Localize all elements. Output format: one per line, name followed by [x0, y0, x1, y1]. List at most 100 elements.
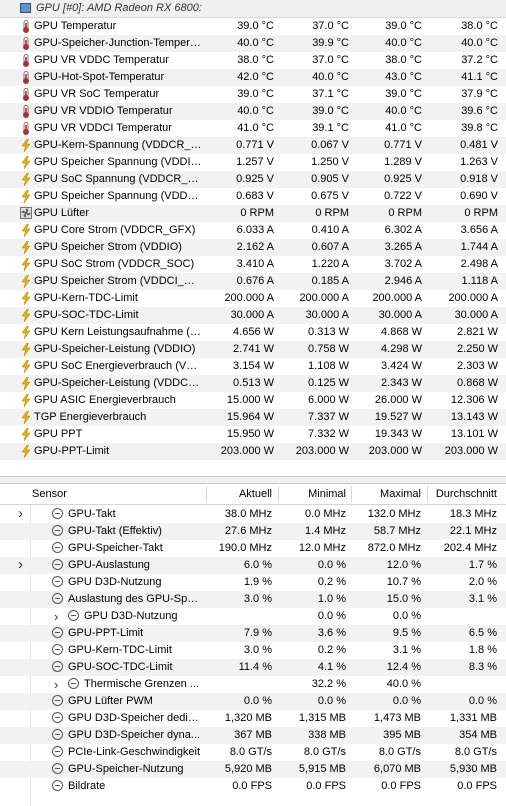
sensor-row[interactable]: GPU SoC Spannung (VDDCR_SOC) 0.925 V 0.905… — [0, 171, 506, 188]
row-expand-arrow-icon[interactable]: › — [18, 506, 23, 521]
sensor-row[interactable]: GPU-Speicher-Junction-Tempera... 40.0 °C 3… — [0, 35, 506, 52]
column-header-current[interactable]: Aktuell — [206, 484, 272, 504]
sensor-row[interactable]: GPU SoC Strom (VDDCR_SOC) 3.410 A 1.220 A 3… — [0, 256, 506, 273]
sensor-row[interactable]: GPU-Speicher-Leistung (VDDCI_... 0.513 W 0… — [0, 375, 506, 392]
sensor-row[interactable]: GPU-SOC-TDC-Limit 30.000 A 30.000 A 30.000 … — [0, 307, 506, 324]
value-current: 11.4 % — [238, 661, 272, 673]
thermometer-icon — [20, 54, 32, 67]
sensor-label: GPU-Takt — [68, 508, 116, 520]
value-current: 0.513 W — [233, 377, 274, 389]
lightning-icon — [20, 376, 32, 391]
sensor-row[interactable]: GPU-Kern-TDC-Limit 3.0 % 0.2 % 3.1 % 1.8 % — [0, 642, 506, 659]
value-current: 3.0 % — [243, 593, 272, 605]
sensor-row[interactable]: TGP Energieverbrauch 15.964 W 7.337 W 19.52… — [0, 409, 506, 426]
lightning-icon — [20, 393, 32, 408]
column-header-min[interactable]: Minimal — [278, 484, 346, 504]
sensor-row[interactable]: GPU-Kern-Spannung (VDDCR_G... 0.771 V 0.06… — [0, 137, 506, 154]
sensor-row[interactable]: GPU Kern Leistungsaufnahme (V... 4.656 W 0… — [0, 324, 506, 341]
value-min: 200.000 A — [299, 292, 349, 304]
sensor-label: GPU ASIC Energieverbrauch — [34, 394, 176, 406]
sensor-row[interactable]: › GPU-Auslastung 6.0 % 0.0 % 12.0 % 1.7 % — [0, 557, 506, 574]
sensor-row[interactable]: › GPU-Takt 38.0 MHz 0.0 MHz 132.0 MHz 18.3 MH… — [0, 506, 506, 523]
sensor-row[interactable]: › Thermische Grenzen ... 32.2 % 40.0 % — [0, 676, 506, 693]
pane-splitter[interactable] — [0, 476, 506, 484]
sensor-label: GPU Speicher Strom (VDDCI_MEM) — [34, 275, 202, 287]
sensor-row[interactable]: GPU Speicher Strom (VDDIO) 2.162 A 0.607 A… — [0, 239, 506, 256]
sensor-row[interactable]: GPU Speicher Strom (VDDCI_MEM) 0.676 A 0.1… — [0, 273, 506, 290]
value-min: 0.758 W — [308, 343, 349, 355]
value-max: 8.0 GT/s — [378, 746, 421, 758]
sensor-row[interactable]: GPU D3D-Nutzung 1.9 % 0.2 % 10.7 % 2.0 % — [0, 574, 506, 591]
value-min: 37.1 °C — [312, 88, 349, 100]
sensor-row[interactable]: GPU Lüfter PWM 0.0 % 0.0 % 0.0 % 0.0 % — [0, 693, 506, 710]
value-min: 4.1 % — [317, 661, 346, 673]
sensor-row[interactable]: GPU-Takt (Effektiv) 27.6 MHz 1.4 MHz 58.7 M… — [0, 523, 506, 540]
sensor-row[interactable]: GPU-Speicher-Takt 190.0 MHz 12.0 MHz 872.0 … — [0, 540, 506, 557]
sensor-label: GPU-Auslastung — [68, 559, 150, 571]
sensor-clock-icon — [68, 610, 79, 621]
value-avg: 5,930 MB — [449, 763, 497, 775]
sensor-label: PCIe-Link-Geschwindigkeit — [68, 746, 201, 758]
value-max: 203.000 W — [368, 445, 422, 457]
sensor-row[interactable]: GPU Lüfter 0 RPM 0 RPM 0 RPM 0 RPM — [0, 205, 506, 222]
lightning-icon — [20, 410, 32, 425]
sensor-label: GPU Lüfter — [34, 207, 90, 219]
sensor-row[interactable]: GPU-Hot-Spot-Temperatur 42.0 °C 40.0 °C 43.… — [0, 69, 506, 86]
value-current: 190.0 MHz — [218, 542, 272, 554]
value-min: 30.000 A — [305, 309, 349, 321]
sensor-row[interactable]: GPU-PPT-Limit 203.000 W 203.000 W 203.000 W… — [0, 443, 506, 460]
value-current: 42.0 °C — [237, 71, 274, 83]
value-current: 8.0 GT/s — [229, 746, 272, 758]
sensor-row[interactable]: GPU Speicher Spannung (VDDIO) 1.257 V 1.25… — [0, 154, 506, 171]
sensor-row[interactable]: GPU PPT 15.950 W 7.332 W 19.343 W 13.101 W — [0, 426, 506, 443]
sensor-row[interactable]: GPU-Kern-TDC-Limit 200.000 A 200.000 A 200.… — [0, 290, 506, 307]
value-avg: 2.498 A — [460, 258, 498, 270]
value-min: 0.125 W — [308, 377, 349, 389]
sensor-row[interactable]: PCIe-Link-Geschwindigkeit 8.0 GT/s 8.0 GT/… — [0, 744, 506, 761]
lightning-icon — [20, 274, 32, 289]
value-current: 6.033 A — [236, 224, 274, 236]
sensor-row[interactable]: GPU D3D-Speicher dyna... 367 MB 338 MB 395 … — [0, 727, 506, 744]
sensor-row[interactable]: GPU ASIC Energieverbrauch 15.000 W 6.000 W… — [0, 392, 506, 409]
value-current — [206, 676, 272, 693]
sensor-row[interactable]: GPU VR SoC Temperatur 39.0 °C 37.1 °C 39.0 … — [0, 86, 506, 103]
value-max: 58.7 MHz — [373, 525, 421, 537]
sensor-row[interactable]: GPU Speicher Spannung (VDDCI... 0.683 V 0.… — [0, 188, 506, 205]
value-current: 40.0 °C — [237, 37, 274, 49]
value-avg: 0.918 V — [460, 173, 498, 185]
sensor-label: GPU D3D-Speicher dyna... — [68, 729, 201, 741]
tree-expand-icon[interactable]: › — [54, 676, 58, 693]
sensor-row[interactable]: GPU VR VDDIO Temperatur 40.0 °C 39.0 °C 40.… — [0, 103, 506, 120]
sensor-row[interactable]: GPU-Speicher-Nutzung 5,920 MB 5,915 MB 6,07… — [0, 761, 506, 778]
column-header-sensor[interactable]: Sensor — [32, 484, 67, 504]
sensor-label: GPU D3D-Nutzung — [84, 610, 178, 622]
sensor-row[interactable]: GPU-SOC-TDC-Limit 11.4 % 4.1 % 12.4 % 8.3 % — [0, 659, 506, 676]
row-expand-arrow-icon[interactable]: › — [18, 557, 23, 572]
sensor-label: GPU-SOC-TDC-Limit — [34, 309, 139, 321]
sensor-row[interactable]: GPU Core Strom (VDDCR_GFX) 6.033 A 0.410 A… — [0, 222, 506, 239]
value-max: 132.0 MHz — [367, 508, 421, 520]
sensor-row[interactable]: › GPU D3D-Nutzung 0.0 % 0.0 % — [0, 608, 506, 625]
sensor-label: Thermische Grenzen ... — [84, 678, 199, 690]
sensor-row[interactable]: GPU SoC Energieverbrauch (VD... 3.154 W 1.… — [0, 358, 506, 375]
sensor-row[interactable]: GPU D3D-Speicher dediziert 1,320 MB 1,315 … — [0, 710, 506, 727]
sensor-row[interactable]: GPU VR VDDCI Temperatur 41.0 °C 39.1 °C 41.… — [0, 120, 506, 137]
value-min: 0.410 A — [311, 224, 349, 236]
lightning-icon — [20, 359, 32, 374]
sensor-row[interactable]: GPU-PPT-Limit 7.9 % 3.6 % 9.5 % 6.5 % — [0, 625, 506, 642]
lightning-icon — [20, 223, 32, 238]
sensor-row[interactable]: Bildrate 0.0 FPS 0.0 FPS 0.0 FPS 0.0 FPS — [0, 778, 506, 795]
column-header-avg[interactable]: Durchschnitt — [427, 484, 497, 504]
value-avg: 18.3 MHz — [449, 508, 497, 520]
sensor-clock-icon — [52, 508, 63, 519]
value-current: 0.0 % — [243, 695, 272, 707]
sensor-row[interactable]: GPU VR VDDC Temperatur 38.0 °C 37.0 °C 38.0… — [0, 52, 506, 69]
tree-expand-icon[interactable]: › — [54, 608, 58, 625]
sensor-row[interactable]: GPU Temperatur 39.0 °C 37.0 °C 39.0 °C 38.0 … — [0, 18, 506, 35]
sensor-row[interactable]: Auslastung des GPU-Spei... 3.0 % 1.0 % 15.0… — [0, 591, 506, 608]
value-current — [206, 608, 272, 625]
group-header[interactable]: GPU [#0]: AMD Radeon RX 6800: — [0, 0, 506, 18]
value-current: 39.0 °C — [237, 20, 274, 32]
column-header-max[interactable]: Maximal — [351, 484, 421, 504]
sensor-row[interactable]: GPU-Speicher-Leistung (VDDIO) 2.741 W 0.75… — [0, 341, 506, 358]
